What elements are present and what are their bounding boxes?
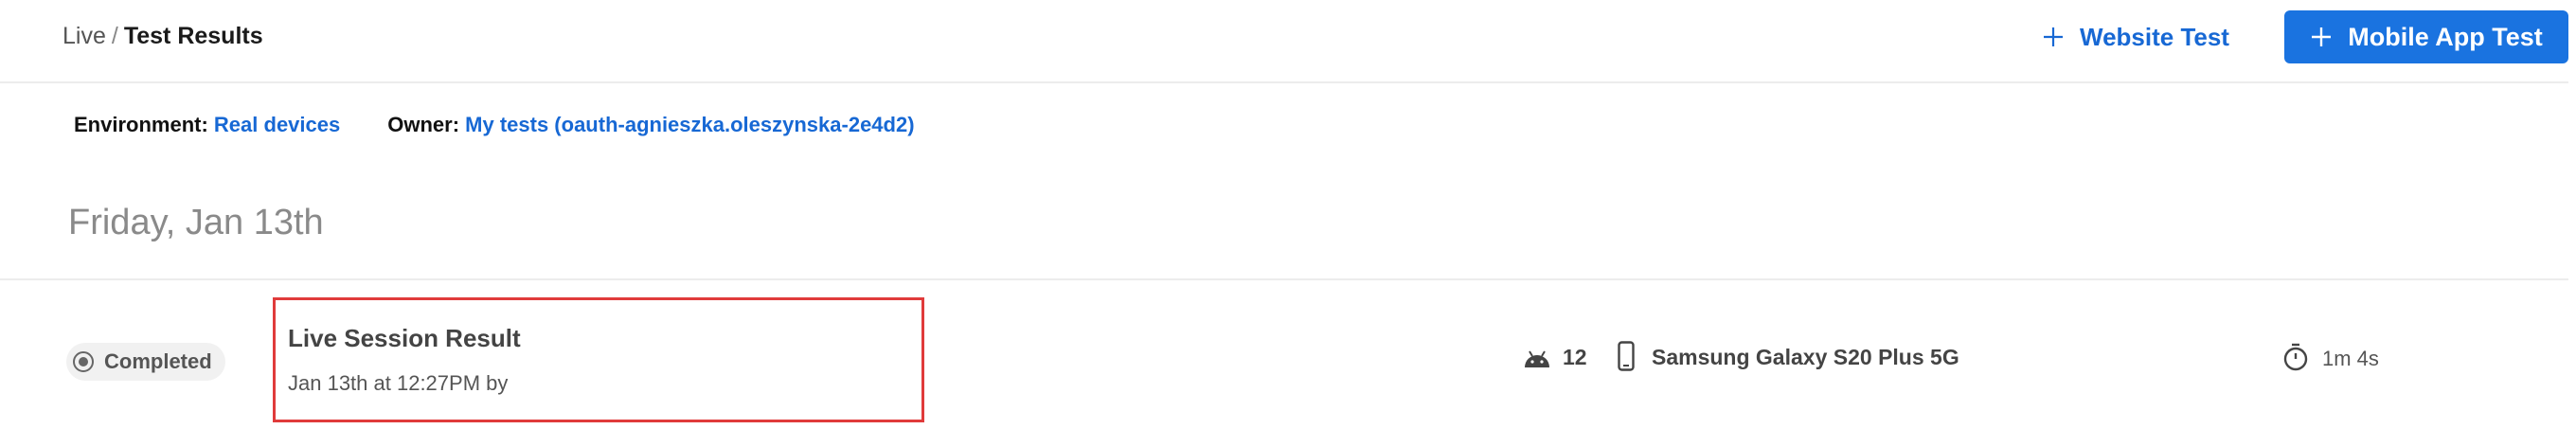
- mobile-app-test-label: Mobile App Test: [2348, 22, 2543, 51]
- owner-filter-value[interactable]: My tests (oauth-agnieszka.oleszynska-2e4…: [465, 113, 914, 136]
- device-name: Samsung Galaxy S20 Plus 5G: [1652, 345, 1959, 369]
- session-duration: 1m 4s: [2322, 347, 2379, 370]
- test-results-page: Live / Test Results Website Test Mobile Ap…: [0, 0, 2576, 447]
- page-header: Live / Test Results Website Test Mobile Ap…: [0, 0, 2568, 83]
- os-version: 12: [1563, 345, 1587, 369]
- environment-filter-label: Environment:: [74, 113, 208, 136]
- owner-filter-label: Owner:: [387, 113, 460, 136]
- redacted-user: [514, 384, 884, 385]
- breadcrumb-current: Test Results: [123, 23, 263, 49]
- mobile-app-test-button[interactable]: Mobile App Test: [2284, 10, 2568, 63]
- plus-icon: [2042, 26, 2065, 48]
- status-label: Completed: [104, 349, 212, 373]
- website-test-label: Website Test: [2080, 22, 2229, 51]
- android-icon: [1525, 350, 1549, 367]
- plus-icon: [2310, 26, 2333, 48]
- phone-icon: [1618, 341, 1635, 371]
- environment-filter-value[interactable]: Real devices: [214, 113, 340, 136]
- owner-filter: Owner: My tests (oauth-agnieszka.oleszyn…: [387, 112, 914, 138]
- session-title[interactable]: Live Session Result: [288, 324, 521, 353]
- completed-status-icon: [73, 351, 94, 372]
- session-row[interactable]: Completed Live Session Result Jan 13th a…: [0, 280, 2568, 447]
- breadcrumb-separator: /: [111, 23, 118, 49]
- filters-bar: Environment: Real devices Owner: My test…: [74, 112, 962, 138]
- environment-filter: Environment: Real devices: [74, 112, 340, 138]
- session-meta: Jan 13th at 12:27PM by: [288, 371, 884, 396]
- timer-icon: [2283, 343, 2308, 371]
- breadcrumb-live-link[interactable]: Live: [63, 23, 106, 49]
- website-test-button[interactable]: Website Test: [2042, 17, 2229, 57]
- breadcrumb: Live / Test Results: [63, 21, 263, 51]
- session-highlight-box: [273, 297, 924, 422]
- date-heading: Friday, Jan 13th: [68, 203, 324, 242]
- session-meta-text: Jan 13th at 12:27PM by: [288, 371, 509, 395]
- status-badge: Completed: [66, 343, 225, 381]
